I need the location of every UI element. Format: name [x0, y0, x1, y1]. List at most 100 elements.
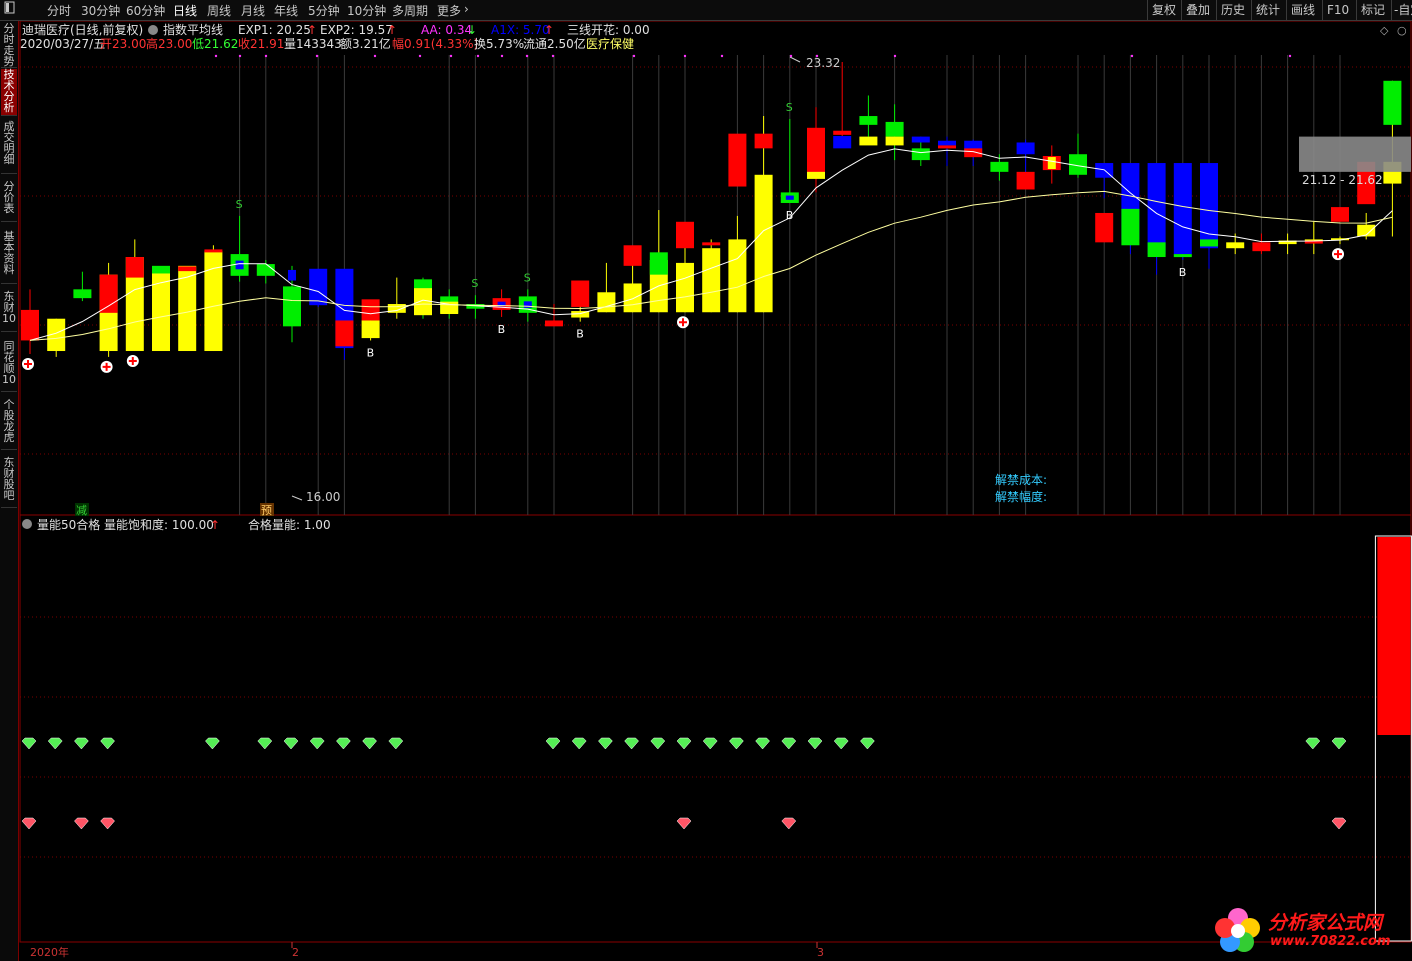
- chart-canvas[interactable]: S S S S B B B B B 21.12 - 21.62 23.32 16.00 减 预 解禁成本: 解…: [0, 0, 1412, 961]
- header-a1x: A1X: 5.70: [491, 23, 550, 37]
- candle-overlay-body: [414, 288, 432, 316]
- candle-body: [938, 140, 956, 146]
- candle-overlay-body: [938, 145, 956, 149]
- top-dot-marker: [418, 54, 422, 58]
- nav-dongcai[interactable]: 东财10: [1, 291, 17, 332]
- header-low: 低21.62: [192, 37, 238, 51]
- yu-label: 预: [261, 504, 272, 517]
- candle-body: [1200, 163, 1218, 249]
- top-toolbar: 分时 30分钟 60分钟 日线 周线 月线 年线 5分钟 10分钟 多周期 更多…: [0, 0, 1412, 21]
- watermark-logo: 分析家公式网 www.70822.com: [1212, 904, 1408, 956]
- draw-line-button[interactable]: 画线: [1286, 0, 1319, 20]
- green-diamond-icon: [100, 737, 115, 750]
- custom-button[interactable]: -自定: [1391, 0, 1412, 20]
- header-float: 流通2.50亿: [523, 36, 586, 51]
- up-arrow-icon: ↑: [307, 23, 317, 37]
- candle-overlay-body: [1147, 242, 1166, 258]
- candle-overlay-body: [702, 242, 721, 246]
- candle-body: [990, 161, 1009, 172]
- green-diamond-icon: [21, 737, 37, 750]
- nav-basic-info[interactable]: 基本资料: [1, 231, 17, 284]
- diamond-toggle-icon: ◇: [1380, 24, 1389, 37]
- green-diamond-icon: [702, 737, 718, 750]
- candle-body: [1016, 142, 1035, 155]
- green-diamond-icon: [283, 737, 299, 750]
- candle-body: [1226, 242, 1245, 249]
- f10-button[interactable]: F10: [1322, 0, 1353, 20]
- history-button[interactable]: 历史: [1216, 0, 1249, 20]
- candle-overlay-body: [807, 171, 825, 179]
- mark-button[interactable]: 标记: [1356, 0, 1389, 20]
- fuquan-button[interactable]: 复权: [1147, 0, 1180, 20]
- top-dot-marker: [1130, 54, 1134, 58]
- tab-monthly[interactable]: 月线: [241, 2, 265, 19]
- top-dot-marker: [815, 54, 819, 58]
- tab-10min[interactable]: 10分钟: [347, 2, 386, 19]
- high-price-label: 23.32: [806, 56, 840, 70]
- red-diamond-icon: [676, 817, 692, 830]
- green-diamond-icon: [833, 737, 849, 750]
- down-arrow-icon: ↓: [467, 23, 477, 37]
- stats-button[interactable]: 统计: [1251, 0, 1284, 20]
- candle-overlay-body: [1383, 80, 1402, 125]
- candle-overlay-body: [623, 245, 642, 266]
- red-diamond-icon: [74, 817, 89, 830]
- green-diamond-icon: [624, 737, 639, 750]
- nav-trade-detail[interactable]: 成交明细: [1, 121, 17, 174]
- tab-daily[interactable]: 日线: [173, 2, 197, 19]
- top-dot-marker: [1288, 54, 1292, 58]
- logo-url: www.70822.com: [1270, 934, 1391, 949]
- candle-overlay-body: [335, 320, 354, 347]
- green-diamond-icon: [807, 737, 823, 750]
- top-dot-marker: [683, 54, 687, 58]
- pin-icon[interactable]: [4, 1, 16, 18]
- sub-qualified-label: 合格量能: 1.00: [248, 517, 331, 532]
- signal-s-label: S: [524, 271, 531, 284]
- candle-overlay-body: [649, 252, 668, 275]
- candle-overlay-body: [1121, 208, 1140, 246]
- green-diamond-icon: [571, 737, 587, 750]
- candle-overlay-body: [178, 266, 197, 272]
- candle-inner-mark: [1047, 157, 1056, 170]
- header-turnover: 换5.73%: [474, 37, 524, 51]
- tab-multi-period[interactable]: 多周期: [392, 2, 428, 19]
- top-dot-marker: [525, 54, 529, 58]
- green-diamond-icon: [336, 737, 351, 750]
- chevron-right-icon[interactable]: ›: [464, 2, 469, 16]
- signal-s-label: S: [471, 277, 478, 290]
- candle-body: [204, 251, 223, 352]
- green-diamond-icon: [755, 737, 770, 750]
- green-diamond-icon: [1305, 737, 1321, 750]
- tab-yearly[interactable]: 年线: [274, 2, 298, 19]
- candle-body: [545, 320, 563, 327]
- candle-body: [309, 268, 328, 306]
- signal-b-label: B: [786, 209, 794, 222]
- tab-30min[interactable]: 30分钟: [81, 2, 120, 19]
- nav-longhu[interactable]: 个股龙虎: [1, 399, 17, 450]
- tab-5min[interactable]: 5分钟: [308, 2, 340, 19]
- candle-inner-mark: [785, 195, 794, 200]
- header-indicator-name: 指数平均线: [163, 22, 223, 37]
- tab-weekly[interactable]: 周线: [207, 2, 231, 19]
- tab-fenshi[interactable]: 分时: [47, 2, 71, 19]
- top-dot-marker: [264, 54, 268, 58]
- signal-b-label: B: [1179, 266, 1187, 279]
- tab-60min[interactable]: 60分钟: [126, 2, 165, 19]
- candle-overlay-body: [1331, 207, 1349, 222]
- nav-guba[interactable]: 东财股吧: [1, 457, 17, 508]
- jiejin-cost-label: 解禁成本:: [995, 473, 1047, 487]
- signal-b-label: B: [498, 323, 506, 336]
- top-dot-marker: [214, 54, 218, 58]
- nav-fenshi[interactable]: 分时走势: [1, 23, 17, 68]
- green-diamond-icon: [650, 737, 666, 750]
- high-arrow: [789, 56, 801, 63]
- nav-price-table[interactable]: 分价表: [1, 181, 17, 222]
- tab-more[interactable]: 更多: [437, 2, 461, 19]
- nav-tonghuashun[interactable]: 同花顺10: [1, 341, 17, 392]
- nav-technical[interactable]: 技术分析: [1, 69, 17, 116]
- candle-body: [256, 264, 275, 276]
- x-tick-feb: 2: [292, 946, 299, 959]
- header-high: 高23.00: [146, 36, 192, 51]
- overlay-button[interactable]: 叠加: [1181, 0, 1214, 20]
- header-open: 开23.00: [100, 37, 146, 51]
